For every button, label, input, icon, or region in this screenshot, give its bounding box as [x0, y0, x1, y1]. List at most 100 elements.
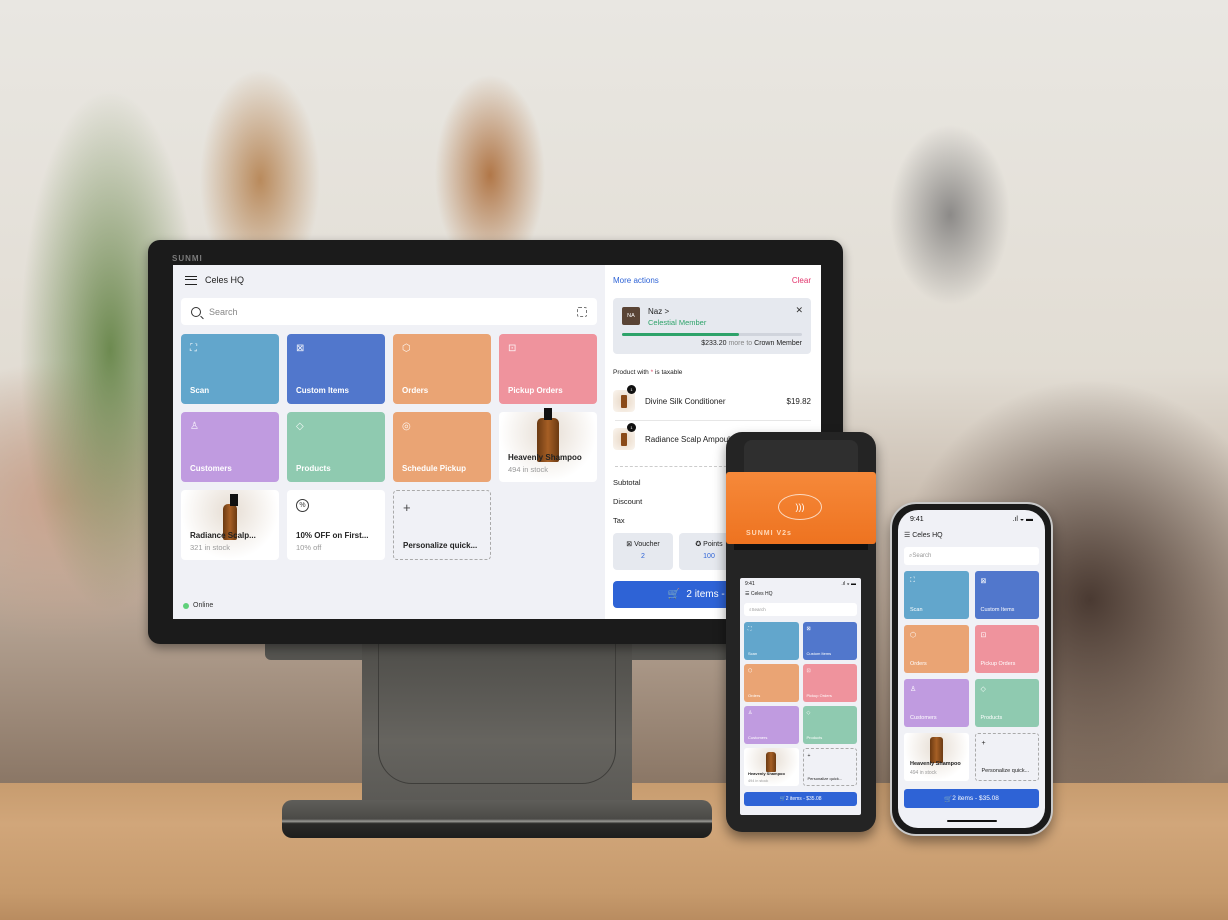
- bag-icon: ⊡: [806, 668, 811, 674]
- tile-products[interactable]: ◇ Products: [802, 706, 857, 744]
- tile-products[interactable]: ◇ Products: [287, 412, 385, 482]
- phone-screen: 9:41 .ıl ◒ ▬ ☰ Celes HQ ⌕ Search ⛶ Scan ⊠ C…: [898, 510, 1045, 828]
- tile-scan[interactable]: ⛶ Scan: [904, 571, 969, 619]
- tier-progress-note: $233.20 more to Crown Member: [701, 340, 802, 347]
- tile-custom-items[interactable]: ⊠ Custom Items: [974, 571, 1039, 619]
- box-icon: ⬡: [910, 632, 917, 639]
- bag-icon: ⊡: [980, 632, 987, 639]
- tax-label: Tax: [613, 516, 625, 525]
- scan-icon: ⛶: [190, 343, 197, 354]
- box-icon: ⬡: [402, 343, 411, 354]
- connection-status: Online: [183, 602, 213, 609]
- tile-product-heavenly-shampoo[interactable]: Heavenly Shampoo 494 in stock: [904, 733, 969, 781]
- voucher-button[interactable]: ⊠ Voucher 2: [613, 533, 673, 570]
- tile-pickup-orders[interactable]: ⊡ Pickup Orders: [802, 664, 857, 702]
- tile-personalize[interactable]: + Personalize quick...: [974, 733, 1039, 781]
- cart-item-price: $19.82: [786, 396, 811, 406]
- store-title: Celes HQ: [205, 275, 245, 285]
- voucher-count: 2: [641, 553, 645, 560]
- tile-orders[interactable]: ⬡ Orders: [744, 664, 799, 702]
- percent-tag-icon: ⊠: [806, 626, 811, 632]
- tile-product-radiance-scalp[interactable]: Radiance Scalp... 321 in stock: [181, 490, 279, 560]
- discount-icon: %: [296, 499, 309, 512]
- tile-products[interactable]: ◇ Products: [974, 679, 1039, 727]
- checkout-button[interactable]: 🛒 2 items - $35.08: [904, 789, 1039, 808]
- tile-customers[interactable]: ♙ Customers: [904, 679, 969, 727]
- quick-actions-panel: Celes HQ Search ⛶ Scan ⊠ Custom Items ⬡ …: [173, 265, 605, 619]
- tile-scan[interactable]: ⛶ Scan: [181, 334, 279, 404]
- tile-custom-items[interactable]: ⊠ Custom Items: [802, 622, 857, 660]
- discount-label: Discount: [613, 497, 643, 506]
- home-indicator[interactable]: [946, 820, 997, 822]
- scan-icon: ⛶: [748, 626, 752, 632]
- tile-orders[interactable]: ⬡ Orders: [904, 625, 969, 673]
- monitor-stand: [362, 642, 632, 807]
- tile-product-heavenly-shampoo[interactable]: Heavenly Shampoo 494 in stock: [499, 408, 597, 482]
- smartphone: 9:41 .ıl ◒ ▬ ☰ Celes HQ ⌕ Search ⛶ Scan ⊠ C…: [890, 502, 1053, 836]
- app-header: ☰ Celes HQ: [904, 532, 943, 539]
- tag-icon: ◇: [296, 421, 304, 432]
- member-name[interactable]: Naz >: [648, 307, 669, 316]
- scan-icon: ⛶: [910, 577, 915, 584]
- handheld-pos-device: ))) SUNMI V2s 9:41 .ıl ◒ ▬ ☰ Celes HQ ⌕ S…: [726, 432, 876, 832]
- tile-personalize[interactable]: + Personalize quick...: [393, 490, 491, 560]
- hamburger-icon[interactable]: [185, 275, 197, 285]
- checkout-button[interactable]: 🛒 2 items - $35.08: [744, 792, 857, 806]
- app-header: ☰ Celes HQ: [745, 591, 773, 597]
- search-input[interactable]: ⌕ Search: [904, 547, 1039, 565]
- cart-item-name: Radiance Scalp Ampoule: [645, 434, 735, 444]
- tile-schedule-pickup[interactable]: ◎ Schedule Pickup: [393, 412, 491, 482]
- signal-wifi-battery-icon: .ıl ◒ ▬: [1012, 516, 1033, 523]
- search-input[interactable]: ⌕ Search: [744, 603, 857, 616]
- tile-discount[interactable]: % 10% OFF on First... 10% off: [287, 490, 385, 560]
- user-icon: ♙: [748, 710, 753, 716]
- app-header: Celes HQ: [185, 275, 244, 285]
- product-thumbnail: 1: [613, 423, 636, 450]
- tile-product-heavenly-shampoo[interactable]: Heavenly Shampoo 494 in stock: [744, 748, 799, 786]
- cart-icon: 🛒: [667, 589, 681, 600]
- subtotal-label: Subtotal: [613, 478, 641, 487]
- location-pin-icon: ◎: [402, 421, 411, 432]
- cart-item[interactable]: 1 Divine Silk Conditioner $19.82: [613, 385, 811, 415]
- device-brand-logo: SUNMI: [172, 254, 203, 263]
- voucher-icon: ⊠: [626, 541, 635, 548]
- star-icon: ✪: [695, 541, 704, 548]
- tile-pickup-orders[interactable]: ⊡ Pickup Orders: [499, 334, 597, 404]
- quick-action-grid: ⛶ Scan ⊠ Custom Items ⬡ Orders ⊡ Pickup …: [181, 334, 597, 560]
- quantity-badge: 1: [627, 423, 636, 432]
- status-bar: 9:41 .ıl ◒ ▬: [745, 581, 856, 587]
- cart-item-name: Divine Silk Conditioner: [645, 396, 726, 406]
- product-thumbnail: 1: [613, 385, 636, 412]
- status-bar: 9:41 .ıl ◒ ▬: [910, 516, 1033, 523]
- tile-customers[interactable]: ♙ Customers: [744, 706, 799, 744]
- search-input[interactable]: Search: [181, 298, 597, 325]
- barcode-scan-icon[interactable]: [577, 306, 587, 317]
- online-dot-icon: [183, 602, 189, 609]
- stock-count: 321 in stock: [190, 543, 231, 552]
- printer-cover: [744, 440, 858, 474]
- member-card[interactable]: NA Naz > Celestial Member ✕ $233.20 more…: [613, 298, 811, 354]
- tile-personalize[interactable]: + Personalize quick...: [802, 748, 857, 786]
- divider: [615, 420, 811, 421]
- clear-cart-button[interactable]: Clear: [792, 276, 811, 285]
- tag-icon: ◇: [980, 686, 986, 693]
- box-icon: ⬡: [748, 668, 753, 674]
- bag-icon: ⊡: [508, 343, 517, 354]
- plus-icon: +: [807, 753, 811, 759]
- tile-orders[interactable]: ⬡ Orders: [393, 334, 491, 404]
- tile-custom-items[interactable]: ⊠ Custom Items: [287, 334, 385, 404]
- plus-icon: +: [403, 500, 411, 515]
- tile-customers[interactable]: ♙ Customers: [181, 412, 279, 482]
- product-image: [766, 752, 777, 772]
- tier-progress-bar: [622, 333, 802, 336]
- pos-screen: Celes HQ Search ⛶ Scan ⊠ Custom Items ⬡ …: [173, 265, 821, 619]
- tile-pickup-orders[interactable]: ⊡ Pickup Orders: [974, 625, 1039, 673]
- tile-scan[interactable]: ⛶ Scan: [744, 622, 799, 660]
- hamburger-icon[interactable]: ☰: [904, 532, 912, 539]
- taxable-note: Product with * is taxable: [613, 369, 683, 376]
- more-actions-link[interactable]: More actions: [613, 276, 659, 285]
- receipt-slot: [734, 544, 868, 550]
- close-icon[interactable]: ✕: [795, 305, 803, 316]
- stock-count: 494 in stock: [508, 465, 549, 474]
- tag-icon: ◇: [806, 710, 811, 716]
